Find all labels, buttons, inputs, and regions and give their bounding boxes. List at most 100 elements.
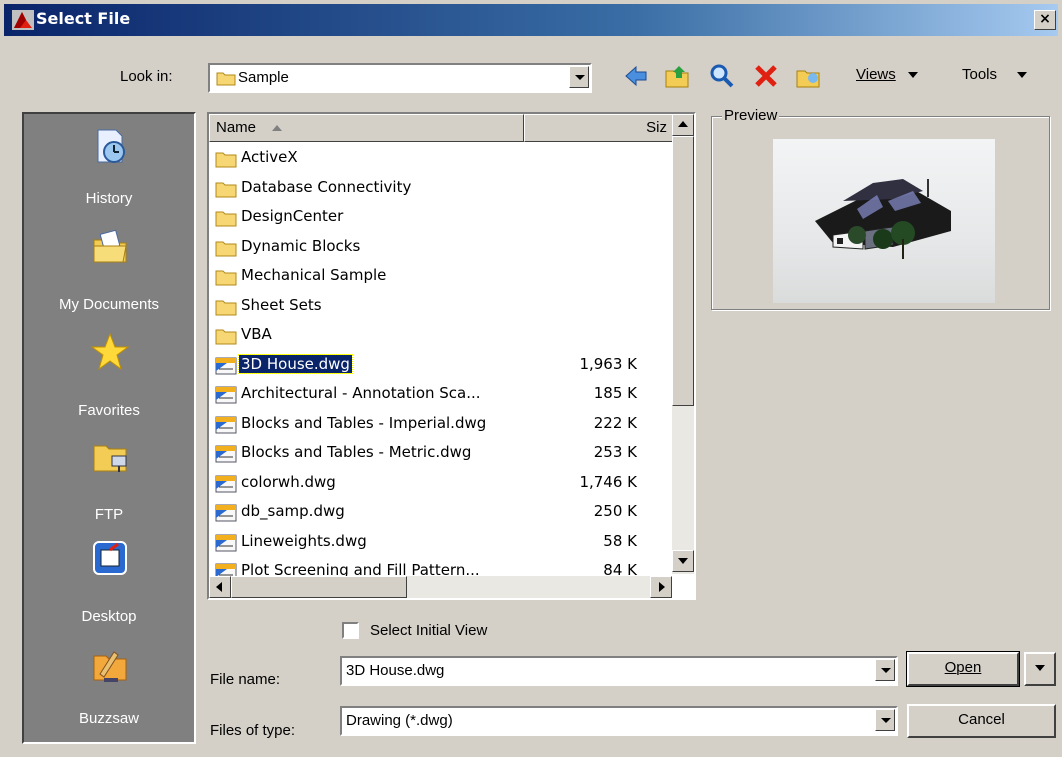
- place-label: History: [85, 190, 133, 207]
- file-name-cell: Blocks and Tables - Imperial.dwg: [241, 413, 487, 432]
- open-options-button[interactable]: [1024, 652, 1056, 686]
- file-name-cell: Dynamic Blocks: [241, 236, 361, 255]
- file-list[interactable]: Name Siz ActiveX Database Connectivity Des…: [207, 112, 696, 600]
- create-folder-icon[interactable]: [794, 62, 822, 90]
- folder-icon: [215, 182, 237, 197]
- house-preview-graphic: [815, 179, 951, 259]
- file-name-cell: db_samp.dwg: [241, 502, 345, 520]
- files-of-type-label: Files of type:: [210, 722, 296, 739]
- file-size-cell: 253 K: [593, 443, 637, 461]
- select-initial-view-label: Select Initial View: [370, 622, 488, 639]
- column-header-name[interactable]: Name: [209, 114, 524, 142]
- vertical-scrollbar[interactable]: [672, 114, 694, 574]
- buzzsaw-icon: [93, 651, 127, 682]
- folder-row[interactable]: Database Connectivity: [209, 174, 669, 203]
- folder-icon: [215, 329, 237, 345]
- place-label: Desktop: [81, 608, 137, 625]
- title-bar-background: [4, 4, 1058, 36]
- folder-icon: [215, 241, 237, 256]
- tools-menu[interactable]: Tools: [962, 66, 1028, 83]
- favorites-star-icon: [90, 332, 130, 371]
- folder-icon: [216, 72, 236, 86]
- chevron-down-icon[interactable]: [569, 66, 589, 88]
- history-icon: [97, 129, 125, 163]
- dwg-file-icon: [215, 386, 237, 404]
- file-name-cell: Lineweights.dwg: [241, 531, 367, 550]
- tools-label: Tools: [962, 66, 998, 83]
- cancel-button-label: Cancel: [958, 711, 1005, 728]
- scroll-down-button[interactable]: [672, 550, 694, 572]
- file-size-cell: 250 K: [593, 502, 637, 520]
- file-size-cell: 1,746 K: [579, 472, 637, 491]
- folder-icon: [215, 152, 237, 168]
- file-name-combo[interactable]: 3D House.dwg: [340, 656, 898, 686]
- file-row[interactable]: Lineweights.dwg 58 K: [209, 528, 669, 557]
- delete-icon[interactable]: [752, 62, 780, 90]
- up-folder-icon[interactable]: [663, 62, 691, 90]
- ftp-icon: [93, 445, 127, 472]
- column-header-size-label: Siz: [646, 119, 667, 136]
- views-label: Views: [856, 66, 896, 83]
- file-row[interactable]: colorwh.dwg 1,746 K: [209, 469, 669, 498]
- column-header-size[interactable]: Siz: [524, 114, 674, 142]
- folder-row[interactable]: DesignCenter: [209, 203, 669, 232]
- back-icon[interactable]: [622, 62, 650, 90]
- file-size-cell: 1,963 K: [579, 354, 637, 373]
- file-name-cell: Sheet Sets: [241, 295, 322, 314]
- scroll-thumb[interactable]: [672, 136, 694, 406]
- preview-group: Preview: [711, 107, 1050, 310]
- window-title: Select File: [36, 9, 131, 28]
- chevron-down-icon[interactable]: [875, 709, 895, 731]
- file-name-cell: DesignCenter: [241, 207, 344, 225]
- folder-row[interactable]: VBA: [209, 321, 669, 350]
- file-name-value: 3D House.dwg: [346, 662, 445, 679]
- file-name-cell: colorwh.dwg: [241, 472, 336, 491]
- folder-row[interactable]: Mechanical Sample: [209, 262, 669, 291]
- views-menu[interactable]: Views: [856, 66, 918, 83]
- file-row[interactable]: Architectural - Annotation Sca... 185 K: [209, 380, 669, 409]
- my-documents-icon: [93, 229, 127, 263]
- file-row[interactable]: db_samp.dwg 250 K: [209, 498, 669, 527]
- search-web-icon[interactable]: [708, 62, 736, 90]
- folder-icon: [215, 300, 237, 315]
- folder-icon: [215, 270, 237, 286]
- preview-label: Preview: [722, 107, 780, 124]
- open-button[interactable]: Open: [906, 651, 1020, 687]
- scroll-right-button[interactable]: [650, 576, 672, 598]
- folder-row[interactable]: Dynamic Blocks: [209, 233, 669, 262]
- file-row[interactable]: Blocks and Tables - Imperial.dwg 222 K: [209, 410, 669, 439]
- file-size-cell: 58 K: [603, 531, 637, 550]
- chevron-down-icon[interactable]: [875, 659, 895, 681]
- files-of-type-combo[interactable]: Drawing (*.dwg): [340, 706, 898, 736]
- file-name-cell: Database Connectivity: [241, 177, 412, 196]
- horizontal-scrollbar[interactable]: [209, 576, 672, 598]
- file-list-viewport: Name Siz ActiveX Database Connectivity Des…: [209, 114, 694, 598]
- places-bar: History My Documents Favorites FTP Deskt…: [22, 112, 196, 744]
- file-name-label: File name:: [210, 671, 281, 688]
- file-name-cell: VBA: [241, 325, 272, 343]
- file-size-cell: 185 K: [593, 384, 637, 402]
- close-button[interactable]: ×: [1034, 10, 1056, 30]
- desktop-icon: [93, 541, 127, 575]
- file-size-cell: 222 K: [593, 413, 637, 432]
- look-in-label: Look in:: [120, 68, 173, 85]
- dwg-file-icon: [215, 534, 237, 551]
- place-label: Favorites: [78, 402, 140, 419]
- open-button-label: Open: [944, 659, 982, 676]
- file-name-cell: Mechanical Sample: [241, 266, 387, 284]
- scroll-up-button[interactable]: [672, 114, 694, 136]
- dwg-file-icon: [215, 445, 237, 463]
- file-row[interactable]: Blocks and Tables - Metric.dwg 253 K: [209, 439, 669, 468]
- file-name-cell: ActiveX: [241, 148, 298, 166]
- select-initial-view-checkbox[interactable]: [342, 622, 359, 639]
- cancel-button[interactable]: Cancel: [907, 704, 1056, 738]
- folder-row[interactable]: ActiveX: [209, 144, 669, 173]
- h-scroll-thumb[interactable]: [231, 576, 407, 598]
- folder-row[interactable]: Sheet Sets: [209, 292, 669, 321]
- file-row[interactable]: 3D House.dwg 1,963 K: [209, 351, 669, 380]
- scroll-left-button[interactable]: [209, 576, 231, 598]
- sort-ascending-icon: [272, 125, 283, 132]
- look-in-combo[interactable]: Sample: [208, 63, 592, 93]
- folder-icon: [215, 211, 237, 227]
- place-label: Buzzsaw: [78, 710, 140, 727]
